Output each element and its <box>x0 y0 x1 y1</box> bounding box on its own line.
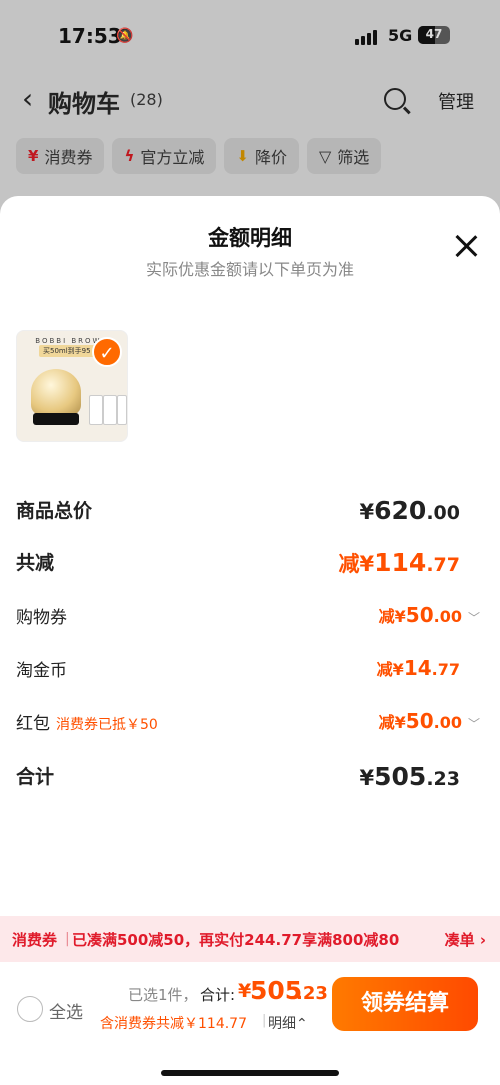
shop-coupon-value: 减¥50.00 ﹀ <box>378 603 480 627</box>
search-icon[interactable] <box>384 88 406 110</box>
coupon-progress-banner[interactable]: 消费券 | 已凑满500减50，再实付244.77享满800减80 凑单 › <box>0 916 500 962</box>
mini-bottle <box>89 395 103 425</box>
taojinbi-value: 减¥14.77 <box>376 656 460 680</box>
row-subtotal: 商品总价 ¥620.00 <box>16 496 484 526</box>
chip-label: 降价 <box>254 148 287 167</box>
row-label: 合计 <box>16 766 55 788</box>
select-all-radio[interactable] <box>17 996 43 1022</box>
detail-toggle[interactable]: 明细⌃ <box>268 1013 308 1033</box>
row-label: 红包 消费券已抵￥50 <box>16 714 158 734</box>
mute-bell-icon: 🔕 <box>116 28 134 44</box>
price-down-icon: ⬇ <box>236 147 249 165</box>
chip-price-down[interactable]: ⬇ 降价 <box>224 138 299 174</box>
cream-jar-image <box>31 369 81 415</box>
reduce-summary: 含消费券共减￥114.77 <box>100 1016 247 1032</box>
mini-bottle <box>117 395 127 425</box>
select-all-label[interactable]: 全选 <box>49 998 83 1023</box>
sheet-title: 金额明细 <box>208 226 292 250</box>
total-value: ¥505.23 <box>359 762 460 791</box>
back-icon[interactable]: ‹ <box>22 82 33 115</box>
page-title: 购物车 <box>48 90 120 118</box>
banner-tag: 消费券 <box>12 931 58 949</box>
total-reduce-value: 减¥114.77 <box>338 548 460 577</box>
checkout-bar: 全选 已选1件， 合计: ¥ 505 .23 含消费券共减￥114.77 | 明… <box>0 962 500 1085</box>
cart-count: (28) <box>130 90 163 109</box>
row-label: 共减 <box>16 552 55 574</box>
row-total: 合计 ¥505.23 <box>16 762 484 792</box>
row-shop-coupon[interactable]: 购物券 减¥50.00 ﹀ <box>16 603 484 633</box>
chip-filter[interactable]: ▽ 筛选 <box>306 138 382 174</box>
chevron-down-icon: ﹀ <box>467 717 480 731</box>
cart-header: ‹ 购物车 (28) 管理 <box>0 78 500 122</box>
row-taojinbi: 淘金币 减¥14.77 <box>16 656 484 686</box>
coupon-icon: ¥ <box>28 147 39 165</box>
home-indicator <box>161 1070 339 1076</box>
subtotal-value: ¥620.00 <box>359 496 460 525</box>
chevron-down-icon: ﹀ <box>467 611 480 625</box>
row-total-reduce: 共减 减¥114.77 <box>16 548 484 578</box>
chip-official-discount[interactable]: ϟ 官方立减 <box>112 138 217 174</box>
total-amount-int: 505 <box>250 976 303 1005</box>
red-packet-value: 减¥50.00 ﹀ <box>378 709 480 733</box>
status-time: 17:53 <box>58 24 122 48</box>
checkout-button[interactable]: 领券结算 <box>332 977 478 1031</box>
detail-divider: | <box>262 1013 267 1028</box>
network-type: 5G <box>388 26 413 45</box>
battery-icon: 47 <box>418 26 450 44</box>
battery-level: 47 <box>425 27 443 41</box>
lightning-icon: ϟ <box>124 147 135 165</box>
banner-text: 已凑满500减50，再实付244.77享满800减80 <box>72 931 400 949</box>
row-label: 商品总价 <box>16 500 93 522</box>
close-icon[interactable] <box>454 234 478 258</box>
row-red-packet[interactable]: 红包 消费券已抵￥50 减¥50.00 ﹀ <box>16 709 484 739</box>
banner-divider: | <box>65 931 70 947</box>
selected-check-icon[interactable]: ✓ <box>92 337 122 367</box>
manage-button[interactable]: 管理 <box>438 88 474 114</box>
chip-label: 筛选 <box>337 148 370 167</box>
total-amount-dec: .23 <box>296 983 328 1004</box>
cart-page-background: 17:53 🔕 5G 47 ‹ 购物车 (28) 管理 ¥ 消费券 ϟ 官方立减… <box>0 0 500 210</box>
total-label: 合计: <box>200 986 236 1004</box>
status-bar: 17:53 🔕 5G 47 <box>0 22 500 54</box>
signal-icon <box>355 30 377 45</box>
mini-bottle <box>103 395 117 425</box>
product-promo: 买50ml到手95 <box>39 345 95 357</box>
filter-chips: ¥ 消费券 ϟ 官方立减 ⬇ 降价 ▽ 筛选 <box>16 138 500 174</box>
jar-base <box>33 413 79 425</box>
picked-count: 已选1件， <box>128 986 198 1004</box>
sheet-subtitle: 实际优惠金额请以下单页为准 <box>145 260 354 279</box>
row-label: 淘金币 <box>16 661 67 681</box>
chip-label: 官方立减 <box>140 148 205 167</box>
add-items-link[interactable]: 凑单 › <box>445 929 486 950</box>
chip-coupon[interactable]: ¥ 消费券 <box>16 138 105 174</box>
row-label: 购物券 <box>16 608 67 628</box>
filter-icon: ▽ <box>318 146 332 166</box>
chip-label: 消费券 <box>44 148 93 167</box>
red-packet-tag: 消费券已抵￥50 <box>56 717 158 733</box>
